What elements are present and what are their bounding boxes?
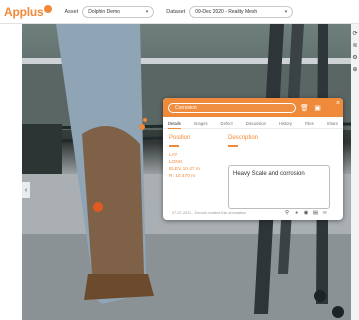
- annotation-marker[interactable]: [143, 118, 147, 122]
- deck-shadow: [22, 234, 352, 320]
- description-textarea[interactable]: Heavy Scale and corrosion: [228, 165, 330, 209]
- left-gutter: [0, 24, 22, 320]
- logo-text: Applus: [4, 4, 44, 19]
- brand-logo[interactable]: Applus: [4, 0, 53, 24]
- elev-label: ELEV 10.47 m: [169, 167, 200, 172]
- asset-field: Asset Dolphin Demo ▾: [64, 5, 155, 18]
- chevron-left-icon[interactable]: ‹: [22, 182, 30, 198]
- tab-history[interactable]: History: [279, 121, 292, 128]
- annotation-title-input[interactable]: Corrosion: [168, 102, 296, 113]
- description-underline: [228, 145, 238, 147]
- dataset-field: Dataset 09-Dec 2020 - Reality Mesh ▾: [166, 5, 294, 18]
- dataset-label: Dataset: [166, 8, 186, 15]
- palette-icon[interactable]: ◕: [293, 209, 301, 217]
- close-icon[interactable]: ×: [336, 100, 340, 107]
- chevron-down-icon: ▾: [145, 8, 149, 15]
- dialog-footer: 07-07-2021 - Dennis created this annotat…: [163, 206, 343, 220]
- logo-mark-icon: [44, 4, 53, 13]
- tab-discussion[interactable]: Discussion: [246, 121, 266, 128]
- dataset-value: 09-Dec 2020 - Reality Mesh: [195, 8, 258, 15]
- footer-text: 07-07-2021 - Dennis created this annotat…: [172, 211, 247, 215]
- dialog-tabs: Details Images Defect Discussion History…: [163, 119, 343, 129]
- dialog-header: Corrosion 🗑 ▣ ×: [163, 98, 343, 117]
- bolt-icon: [332, 306, 344, 318]
- position-label: Position: [169, 135, 191, 141]
- tab-defect[interactable]: Defect: [221, 121, 233, 128]
- save-icon[interactable]: ▣: [313, 103, 322, 112]
- r-label: R: 10.470 m: [169, 174, 196, 179]
- tab-images[interactable]: Images: [194, 121, 208, 128]
- asset-select[interactable]: Dolphin Demo ▾: [82, 5, 155, 18]
- settings-icon[interactable]: ⚙: [351, 52, 359, 62]
- refresh-icon[interactable]: ⟳: [351, 28, 359, 38]
- description-label: Description: [228, 135, 259, 141]
- dialog-body: Position LAT LONG ELEV 10.47 m R: 10.470…: [163, 129, 343, 211]
- column-base: [84, 274, 154, 300]
- tab-details[interactable]: Details: [168, 121, 181, 129]
- dataset-select[interactable]: 09-Dec 2020 - Reality Mesh ▾: [189, 5, 294, 18]
- chevron-down-icon: ▾: [284, 8, 288, 15]
- tab-files[interactable]: Files: [305, 121, 314, 128]
- position-underline: [169, 145, 179, 147]
- image-icon[interactable]: ▤: [312, 209, 320, 217]
- top-bar: Applus Asset Dolphin Demo ▾ Dataset 09-D…: [0, 0, 359, 24]
- annotation-marker[interactable]: [139, 124, 145, 130]
- location-pin-icon[interactable]: ⚲: [283, 209, 291, 217]
- link-icon[interactable]: ∞: [321, 209, 329, 217]
- eye-icon[interactable]: ◉: [302, 209, 310, 217]
- bolt-icon: [314, 290, 326, 302]
- annotation-dialog: Corrosion 🗑 ▣ × Details Images Defect Di…: [163, 98, 343, 220]
- annotation-marker-corrosion[interactable]: [93, 202, 103, 212]
- lat-label: LAT: [169, 153, 178, 158]
- long-label: LONG: [169, 160, 183, 165]
- asset-value: Dolphin Demo: [88, 8, 120, 15]
- footer-icons: ⚲ ◕ ◉ ▤ ∞: [283, 209, 331, 217]
- delete-icon[interactable]: 🗑: [300, 103, 309, 112]
- rust-area: [82, 126, 144, 274]
- tab-share[interactable]: Share: [327, 121, 338, 128]
- zoom-icon[interactable]: ⊕: [351, 64, 359, 74]
- asset-label: Asset: [64, 8, 79, 15]
- layers-icon[interactable]: ≋: [351, 40, 359, 50]
